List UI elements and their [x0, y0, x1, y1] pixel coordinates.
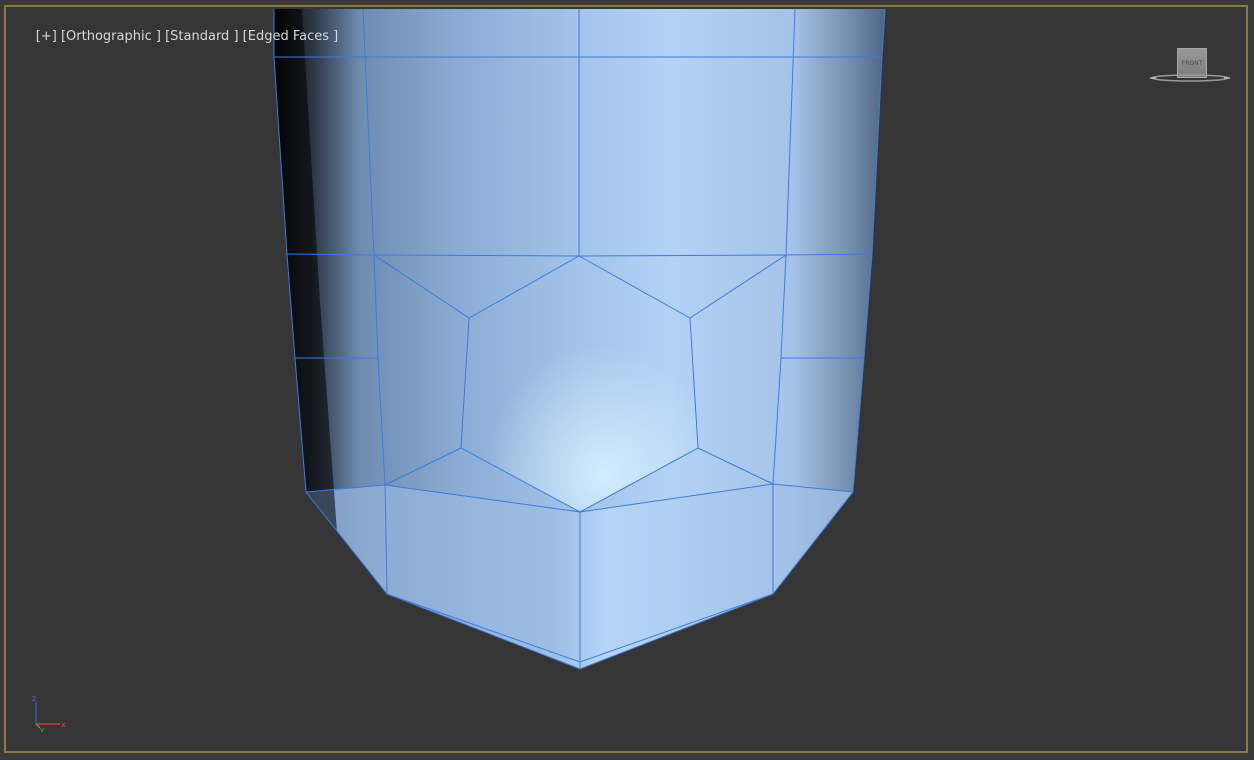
viewport-front[interactable]: [+] [Orthographic ] [Standard ] [Edged F… — [4, 5, 1248, 753]
axis-tripod-icon: z x y — [32, 694, 66, 732]
mesh-object[interactable] — [4, 5, 1248, 753]
viewport-menu-edges[interactable]: [Edged Faces ] — [243, 29, 339, 44]
axis-x-label: x — [61, 720, 66, 729]
viewport-menu-view[interactable]: [Orthographic ] — [61, 29, 161, 44]
viewcube-icon[interactable]: FRONT — [1150, 44, 1230, 88]
viewport-menu-plus[interactable]: [+] — [36, 29, 57, 44]
axis-z-label: z — [32, 694, 36, 703]
viewport-label: [+] [Orthographic ] [Standard ] [Edged F… — [11, 14, 338, 59]
viewport-frame: [+] [Orthographic ] [Standard ] [Edged F… — [0, 0, 1254, 760]
axis-y-label: y — [40, 726, 44, 732]
viewcube-compass-ring[interactable] — [1150, 72, 1230, 86]
viewport-menu-shading[interactable]: [Standard ] — [165, 29, 238, 44]
